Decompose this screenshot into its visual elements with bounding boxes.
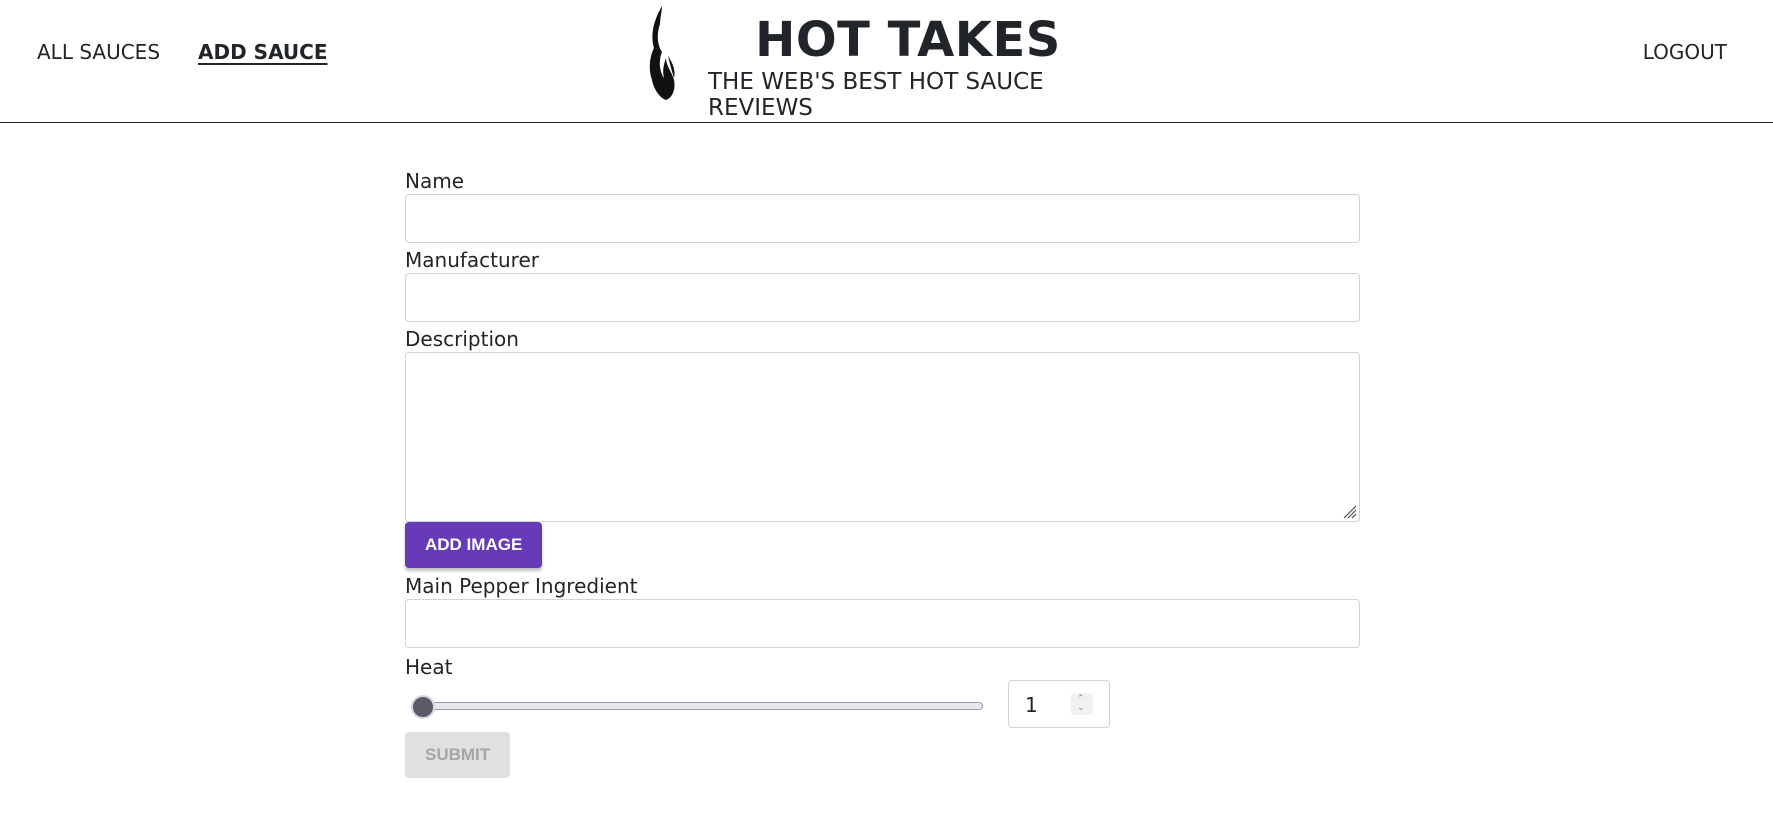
main-nav: ALL SAUCES ADD SAUCE: [37, 40, 328, 64]
name-input[interactable]: [405, 194, 1360, 243]
heat-slider-track[interactable]: [411, 702, 983, 710]
brand-logo[interactable]: HOT TAKES THE WEB'S BEST HOT SAUCE REVIE…: [648, 4, 1128, 121]
description-label: Description: [405, 327, 519, 351]
heat-stepper[interactable]: ⌃ ⌄: [1071, 693, 1093, 715]
logout-link[interactable]: LOGOUT: [1643, 40, 1727, 64]
heat-controls: 1 ⌃ ⌄: [405, 680, 1360, 732]
site-title: HOT TAKES: [755, 12, 1061, 68]
heat-number-value: 1: [1025, 693, 1038, 717]
manufacturer-input[interactable]: [405, 273, 1360, 322]
description-textarea[interactable]: [406, 353, 1359, 521]
heat-number-input[interactable]: 1 ⌃ ⌄: [1008, 680, 1110, 728]
pepper-label: Main Pepper Ingredient: [405, 574, 638, 598]
manufacturer-label: Manufacturer: [405, 248, 539, 272]
nav-all-sauces-link[interactable]: ALL SAUCES: [37, 40, 160, 64]
nav-add-sauce-link[interactable]: ADD SAUCE: [198, 40, 328, 64]
chevron-down-icon[interactable]: ⌄: [1077, 704, 1085, 713]
add-image-button[interactable]: ADD IMAGE: [405, 522, 543, 568]
site-header: ALL SAUCES ADD SAUCE HOT TAKES THE WEB'S…: [0, 0, 1773, 123]
name-label: Name: [405, 169, 465, 193]
description-textarea-wrap: [405, 352, 1360, 522]
heat-slider-thumb[interactable]: [411, 695, 435, 719]
heat-label: Heat: [405, 655, 453, 679]
add-sauce-form: Name Manufacturer Description ADD IMAGE …: [405, 168, 1360, 778]
main-pepper-input[interactable]: [405, 599, 1360, 648]
site-subtitle: THE WEB'S BEST HOT SAUCE REVIEWS: [708, 69, 1044, 121]
submit-button: SUBMIT: [405, 732, 511, 778]
resize-grip-icon[interactable]: [1341, 503, 1357, 519]
